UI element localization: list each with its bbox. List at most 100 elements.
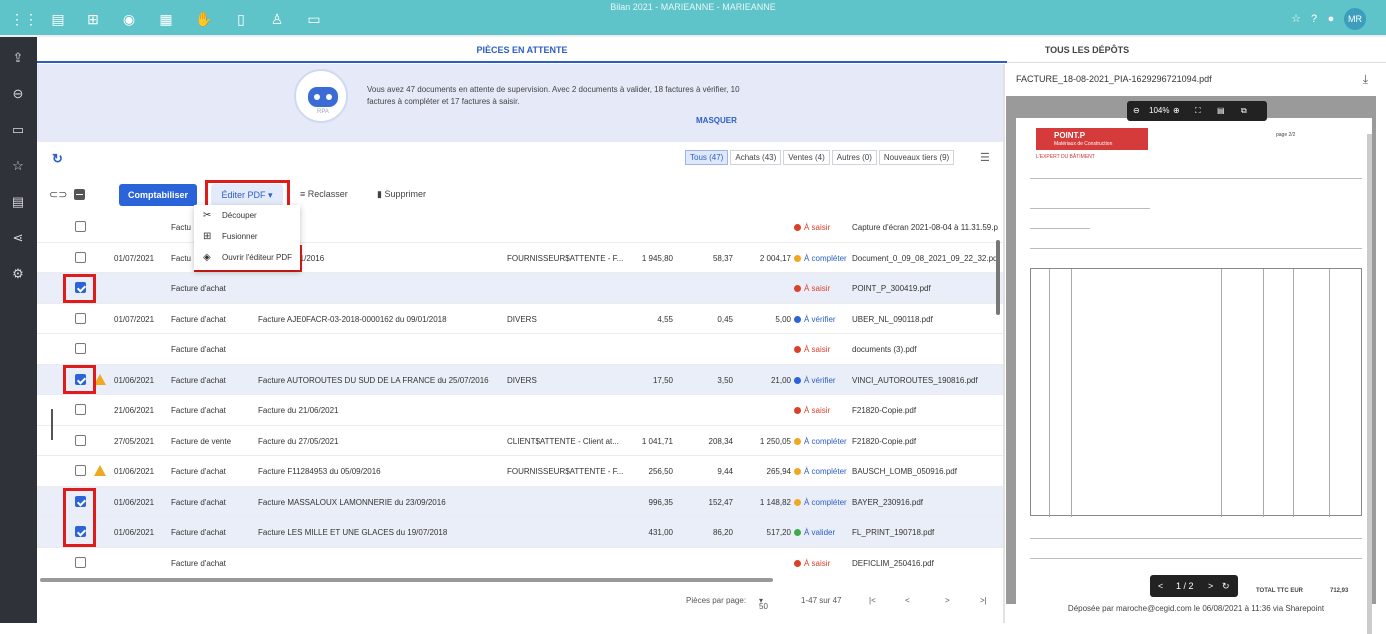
share-nodes-icon[interactable]: ⋖ [9,229,27,247]
reclasser-button[interactable]: ≡ Reclasser [300,189,348,199]
apps-grid-icon[interactable]: ⋮⋮ [10,10,38,28]
cell-type: Facture d'achat [171,345,226,354]
row-checkbox[interactable] [75,465,86,476]
table-row[interactable]: Facture d'achat À saisir DEFICLIM_250416.p… [37,548,1003,576]
pane-divider[interactable] [1003,64,1005,623]
status-label: À vérifier [804,375,836,385]
filter-autres[interactable]: Autres (0) [831,150,877,165]
row-checkbox[interactable] [75,434,86,446]
inbox-icon[interactable]: ⊖ [9,85,27,103]
menu-item-fusionner[interactable]: ⊞ Fusionner [194,227,300,247]
table-row[interactable]: 27/05/2021 Facture de vente Facture du 27/… [37,426,1003,456]
filter-achats[interactable]: Achats (43) [730,150,782,165]
table-row[interactable]: 21/06/2021 Facture d'achat Facture du 21/0… [37,395,1003,426]
cell-file[interactable]: VINCI_AUTOROUTES_190816.pdf [852,376,978,385]
cell-ttc: 2 004,17 [759,253,791,263]
file-edit-icon[interactable]: ▭ [305,10,323,28]
cell-tiers: DIVERS [507,375,537,385]
status-label: À valider [804,528,836,537]
table-row[interactable]: 01/06/2021 Facture d'achat Facture MASSALO… [37,486,1003,517]
download-icon[interactable]: ⤓ [1363,72,1368,87]
cell-file[interactable]: UBER_NL_090118.pdf [852,315,933,324]
layers-icon[interactable]: ▭ [9,121,27,139]
star-icon[interactable]: ☆ [9,157,27,175]
help-icon[interactable]: ? [1305,10,1323,28]
avatar[interactable]: MR [1344,8,1366,30]
row-checkbox[interactable] [75,312,86,324]
filter-tous[interactable]: Tous (47) [685,150,729,165]
notification-icon[interactable]: ● [1322,10,1340,28]
table-row[interactable]: Facture d'achat À saisir documents (3).pdf [37,334,1003,365]
preview-scrollbar[interactable] [1367,134,1372,634]
zoom-out-icon[interactable]: ⊖ [1133,101,1140,121]
cell-file[interactable]: BAUSCH_LOMB_050916.pdf [852,467,957,476]
next-pdf-page-icon[interactable]: > [1208,575,1213,597]
file-icon[interactable]: ▤ [1217,101,1225,121]
cell-ttc: 1 250,05 [759,436,791,446]
table-row[interactable]: Factu À saisir Capture d'écran 2021-08-04 … [37,212,1003,243]
menu-item-decouper[interactable]: ✂ Découper [194,206,300,226]
star-icon[interactable]: ☆ [1287,10,1305,28]
document-chart-icon[interactable]: ▤ [9,193,27,211]
prev-page-icon[interactable]: < [905,596,910,605]
coins-icon[interactable]: ◉ [120,10,138,28]
share-icon[interactable]: ⇪ [9,49,27,67]
row-checkbox[interactable] [75,251,86,263]
cell-file[interactable]: DEFICLIM_250416.pdf [852,559,934,568]
link-icon[interactable]: ⊂⊃ [49,188,67,201]
per-page-select[interactable]: 50 ▾ [759,596,768,611]
select-all-checkbox[interactable] [74,189,85,200]
cell-file[interactable]: BAYER_230916.pdf [852,498,923,507]
row-checkbox[interactable] [75,221,86,232]
last-page-icon[interactable]: >| [980,596,987,605]
org-chart-icon[interactable]: ⊞ [84,10,102,28]
table-row[interactable]: Facture d'achat À saisir POINT_P_300419.pd… [37,273,1003,304]
filter-ventes[interactable]: Ventes (4) [783,150,830,165]
highlight-checkbox-rows-10-11 [63,488,96,547]
vertical-scrollbar[interactable] [996,240,1000,315]
tab-tous-les-depots[interactable]: TOUS LES DÉPÔTS [1007,45,1167,55]
hide-banner-button[interactable]: MASQUER [696,116,737,125]
cell-file[interactable]: Document_0_09_08_2021_09_22_32.pd [852,254,997,263]
row-checkbox[interactable] [75,404,86,415]
cell-file[interactable]: F21820-Copie.pdf [852,437,916,446]
cell-status: À saisir [794,223,830,232]
table-row[interactable]: 01/06/2021 Facture d'achat Facture AUTOROU… [37,364,1003,395]
calculator-icon[interactable]: ▦ [157,10,175,28]
table-row[interactable]: 01/06/2021 Facture d'achat Facture F112849… [37,456,1003,487]
hand-money-icon[interactable]: ✋ [195,10,213,28]
zoom-in-icon[interactable]: ⊕ [1173,101,1180,121]
first-page-icon[interactable]: |< [869,596,876,605]
cell-file[interactable]: Capture d'écran 2021-08-04 à 11.31.59.p [852,223,998,232]
filter-icon[interactable]: ☰ [980,151,990,164]
table-row[interactable]: 01/07/2021Factu147 du 17/11/2016FOURNISS… [37,243,1003,273]
document-icon[interactable]: ▤ [49,10,67,28]
prev-pdf-page-icon[interactable]: < [1158,575,1163,597]
open-external-icon[interactable]: ⧉ [1241,101,1247,121]
cell-date: 01/06/2021 [114,497,155,507]
row-checkbox[interactable] [75,556,86,568]
pdf-viewer[interactable]: POINT.P Matériaux de Construction L'EXPE… [1006,96,1376,634]
cell-file[interactable]: F21820-Copie.pdf [852,406,916,415]
menu-item-ouvrir-editeur[interactable]: ◈ Ouvrir l'éditeur PDF [194,248,300,268]
book-icon[interactable]: ▯ [232,10,250,28]
table-row[interactable]: 01/07/2021 Facture d'achat Facture AJE0FAC… [37,304,1003,334]
table-row[interactable]: 01/06/2021 Facture d'achat Facture LES MIL… [37,517,1003,548]
comptabiliser-button[interactable]: Comptabiliser [119,184,197,206]
cell-tva: 3,50 [717,375,733,385]
supprimer-button[interactable]: ▮ Supprimer [377,189,426,200]
cell-file[interactable]: POINT_P_300419.pdf [852,284,931,293]
status-label: À saisir [804,345,831,354]
settings-icon[interactable]: ⚙ [9,265,27,283]
refresh-icon[interactable]: ↻ [52,151,63,167]
rotate-icon[interactable]: ↻ [1222,575,1230,597]
filter-nouveaux-tiers[interactable]: Nouveaux tiers (9) [878,150,955,165]
tab-pieces-en-attente[interactable]: PIÈCES EN ATTENTE [37,45,1007,55]
horizontal-scrollbar[interactable] [40,578,773,582]
cell-file[interactable]: documents (3).pdf [852,345,916,354]
cell-file[interactable]: FL_PRINT_190718.pdf [852,528,934,537]
fit-screen-icon[interactable]: ⛶ [1195,101,1201,121]
row-checkbox[interactable] [75,343,86,354]
person-stack-icon[interactable]: ♙ [268,10,286,28]
next-page-icon[interactable]: > [945,596,950,605]
